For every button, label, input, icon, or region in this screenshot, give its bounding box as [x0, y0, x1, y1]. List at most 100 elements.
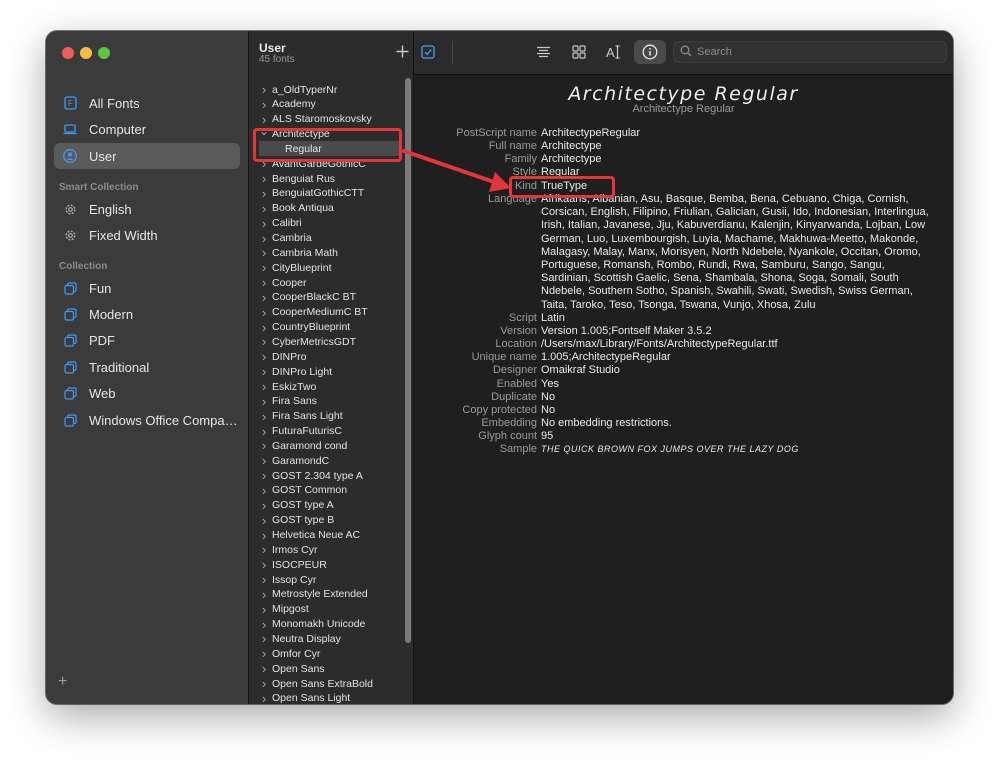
font-family-row[interactable]: › DINPro Light [249, 364, 399, 379]
sidebar-item-traditional[interactable]: Traditional [54, 354, 240, 380]
grid-view-button[interactable] [571, 44, 587, 60]
chevron-right-icon[interactable]: › [259, 201, 269, 216]
chevron-right-icon[interactable]: › [259, 379, 269, 394]
chevron-right-icon[interactable]: › [259, 394, 269, 409]
chevron-right-icon[interactable]: › [259, 438, 269, 453]
chevron-right-icon[interactable]: › [259, 260, 269, 275]
font-family-row[interactable]: › Calibri [249, 216, 399, 231]
chevron-right-icon[interactable]: › [259, 498, 269, 513]
sidebar-item-user[interactable]: User [54, 143, 240, 169]
font-family-row[interactable]: › FuturaFuturisC [249, 424, 399, 439]
font-family-row[interactable]: › CyberMetricsGDT [249, 334, 399, 349]
font-family-row[interactable]: › CityBlueprint [249, 260, 399, 275]
font-family-row[interactable]: › Cambria Math [249, 245, 399, 260]
chevron-right-icon[interactable]: › [259, 364, 269, 379]
add-collection-button[interactable]: + [58, 673, 67, 691]
font-family-row[interactable]: › Open Sans [249, 661, 399, 676]
font-family-row[interactable]: › Cooper [249, 275, 399, 290]
font-family-row[interactable]: › DINPro [249, 349, 399, 364]
add-font-button[interactable] [395, 44, 409, 58]
search-field[interactable]: Search [673, 41, 947, 63]
chevron-right-icon[interactable]: › [259, 691, 269, 704]
zoom-window-button[interactable] [98, 47, 110, 59]
chevron-right-icon[interactable]: › [259, 631, 269, 646]
chevron-right-icon[interactable]: › [259, 216, 269, 231]
font-family-row[interactable]: › Irmos Cyr [249, 542, 399, 557]
font-family-row[interactable]: › Helvetica Neue AC [249, 528, 399, 543]
chevron-right-icon[interactable]: › [259, 557, 269, 572]
font-family-row[interactable]: › GOST type B [249, 513, 399, 528]
font-family-row[interactable]: › CountryBlueprint [249, 320, 399, 335]
font-family-row[interactable]: › Cambria [249, 231, 399, 246]
chevron-right-icon[interactable]: › [259, 349, 269, 364]
chevron-right-icon[interactable]: › [259, 483, 269, 498]
chevron-right-icon[interactable]: › [259, 290, 269, 305]
font-family-row[interactable]: › Monomakh Unicode [249, 617, 399, 632]
font-family-row[interactable]: › Benguiat Rus [249, 171, 399, 186]
info-view-button[interactable] [634, 40, 666, 64]
activate-font-button[interactable] [420, 44, 436, 60]
chevron-right-icon[interactable]: › [259, 617, 269, 632]
chevron-right-icon[interactable]: › [259, 572, 269, 587]
sidebar-item-web[interactable]: Web [54, 380, 240, 406]
sidebar-item-english[interactable]: English [54, 196, 240, 222]
sidebar-item-computer[interactable]: Computer [54, 116, 240, 142]
font-family-row[interactable]: › GOST Common [249, 483, 399, 498]
font-family-row[interactable]: › Open Sans ExtraBold [249, 676, 399, 691]
chevron-right-icon[interactable]: › [259, 602, 269, 617]
font-family-row[interactable]: › CooperBlackC BT [249, 290, 399, 305]
font-family-row[interactable]: › ISOCPEUR [249, 557, 399, 572]
chevron-right-icon[interactable]: › [259, 186, 269, 201]
font-family-row[interactable]: › Issop Cyr [249, 572, 399, 587]
sidebar-item-fixed-width[interactable]: Fixed Width [54, 222, 240, 248]
font-family-row[interactable]: › BenguiatGothicCTT [249, 186, 399, 201]
font-family-row[interactable]: › Open Sans Light [249, 691, 399, 704]
font-family-row[interactable]: › GaramondC [249, 453, 399, 468]
font-family-row[interactable]: › Omfor Cyr [249, 646, 399, 661]
font-list-scrollbar[interactable] [405, 78, 411, 643]
chevron-right-icon[interactable]: › [259, 334, 269, 349]
font-family-row[interactable]: › Book Antiqua [249, 201, 399, 216]
font-family-row[interactable]: › Fira Sans Light [249, 409, 399, 424]
chevron-right-icon[interactable]: › [259, 320, 269, 335]
sample-view-button[interactable] [535, 44, 551, 60]
chevron-right-icon[interactable]: › [259, 513, 269, 528]
chevron-right-icon[interactable]: › [259, 424, 269, 439]
font-family-row[interactable]: › Garamond cond [249, 438, 399, 453]
chevron-right-icon[interactable]: › [259, 453, 269, 468]
sidebar-item-pdf[interactable]: PDF [54, 327, 240, 353]
font-size-button[interactable]: A [604, 43, 622, 61]
chevron-right-icon[interactable]: › [259, 231, 269, 246]
chevron-right-icon[interactable]: › [259, 245, 269, 260]
chevron-right-icon[interactable]: › [259, 676, 269, 691]
font-family-row[interactable]: › ALS Staromoskovsky [249, 112, 399, 127]
minimize-window-button[interactable] [80, 47, 92, 59]
font-family-row[interactable]: › a_OldTyperNr [249, 82, 399, 97]
font-family-row[interactable]: › Academy [249, 97, 399, 112]
font-family-row[interactable]: › Neutra Display [249, 631, 399, 646]
chevron-right-icon[interactable]: › [259, 82, 269, 97]
chevron-right-icon[interactable]: › [259, 646, 269, 661]
chevron-right-icon[interactable]: › [259, 542, 269, 557]
font-family-row[interactable]: › CooperMediumC BT [249, 305, 399, 320]
font-family-row[interactable]: › GOST 2.304 type A [249, 468, 399, 483]
chevron-right-icon[interactable]: › [259, 409, 269, 424]
sidebar-item-all-fonts[interactable]: F All Fonts [54, 90, 240, 116]
sidebar-item-windows-office[interactable]: Windows Office Compati... [54, 407, 240, 433]
chevron-right-icon[interactable]: › [259, 171, 269, 186]
chevron-right-icon[interactable]: › [259, 661, 269, 676]
chevron-right-icon[interactable]: › [259, 275, 269, 290]
font-family-row[interactable]: › Fira Sans [249, 394, 399, 409]
close-window-button[interactable] [62, 47, 74, 59]
font-family-row[interactable]: › Metrostyle Extended [249, 587, 399, 602]
chevron-right-icon[interactable]: › [259, 528, 269, 543]
chevron-right-icon[interactable]: › [259, 468, 269, 483]
font-family-row[interactable]: › EskizTwo [249, 379, 399, 394]
sidebar-item-fun[interactable]: Fun [54, 275, 240, 301]
sidebar-item-modern[interactable]: Modern [54, 301, 240, 327]
chevron-right-icon[interactable]: › [259, 587, 269, 602]
font-family-row[interactable]: › Mipgost [249, 602, 399, 617]
chevron-right-icon[interactable]: › [259, 97, 269, 112]
font-family-row[interactable]: › GOST type A [249, 498, 399, 513]
chevron-right-icon[interactable]: › [259, 305, 269, 320]
